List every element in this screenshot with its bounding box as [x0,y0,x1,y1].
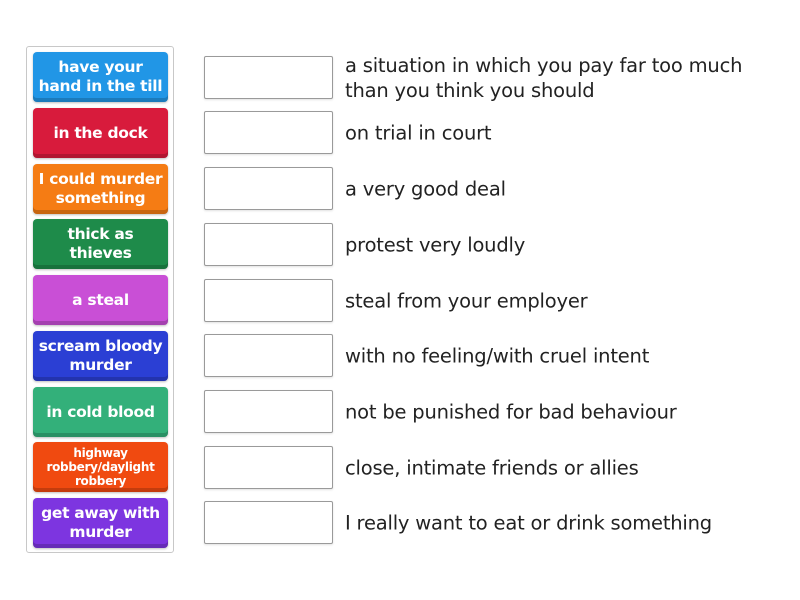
answer-tile[interactable]: I could murder something [33,164,168,214]
answer-tile[interactable]: scream bloody murder [33,331,168,381]
answer-tile[interactable]: in the dock [33,108,168,158]
answer-tile[interactable]: have your hand in the till [33,52,168,102]
drop-zone[interactable] [204,167,333,210]
definition-text: with no feeling/with cruel intent [345,344,650,367]
definition-text: close, intimate friends or allies [345,456,639,479]
drop-zone[interactable] [204,334,333,377]
drop-zone[interactable] [204,446,333,489]
answer-tile[interactable]: a steal [33,275,168,325]
definition-text: steal from your employer [345,289,588,312]
definition-text: not be punished for bad behaviour [345,400,677,423]
drop-zone[interactable] [204,111,333,154]
answer-tile[interactable]: get away with murder [33,498,168,548]
definition-text: a situation in which you pay far too muc… [345,53,743,102]
definition-text: I really want to eat or drink something [345,511,712,534]
definition-text: a very good deal [345,177,506,200]
drop-zone[interactable] [204,501,333,544]
definition-text: on trial in court [345,121,492,144]
answer-tile[interactable]: in cold blood [33,387,168,437]
answer-tile[interactable]: thick as thieves [33,219,168,269]
drop-zone[interactable] [204,56,333,99]
drop-zone[interactable] [204,279,333,322]
answer-tiles-panel: have your hand in the till in the dock I… [26,46,174,553]
drop-zone[interactable] [204,223,333,266]
drop-zone[interactable] [204,390,333,433]
definition-text: protest very loudly [345,233,526,256]
answer-tile[interactable]: highway robbery/daylight robbery [33,442,168,492]
